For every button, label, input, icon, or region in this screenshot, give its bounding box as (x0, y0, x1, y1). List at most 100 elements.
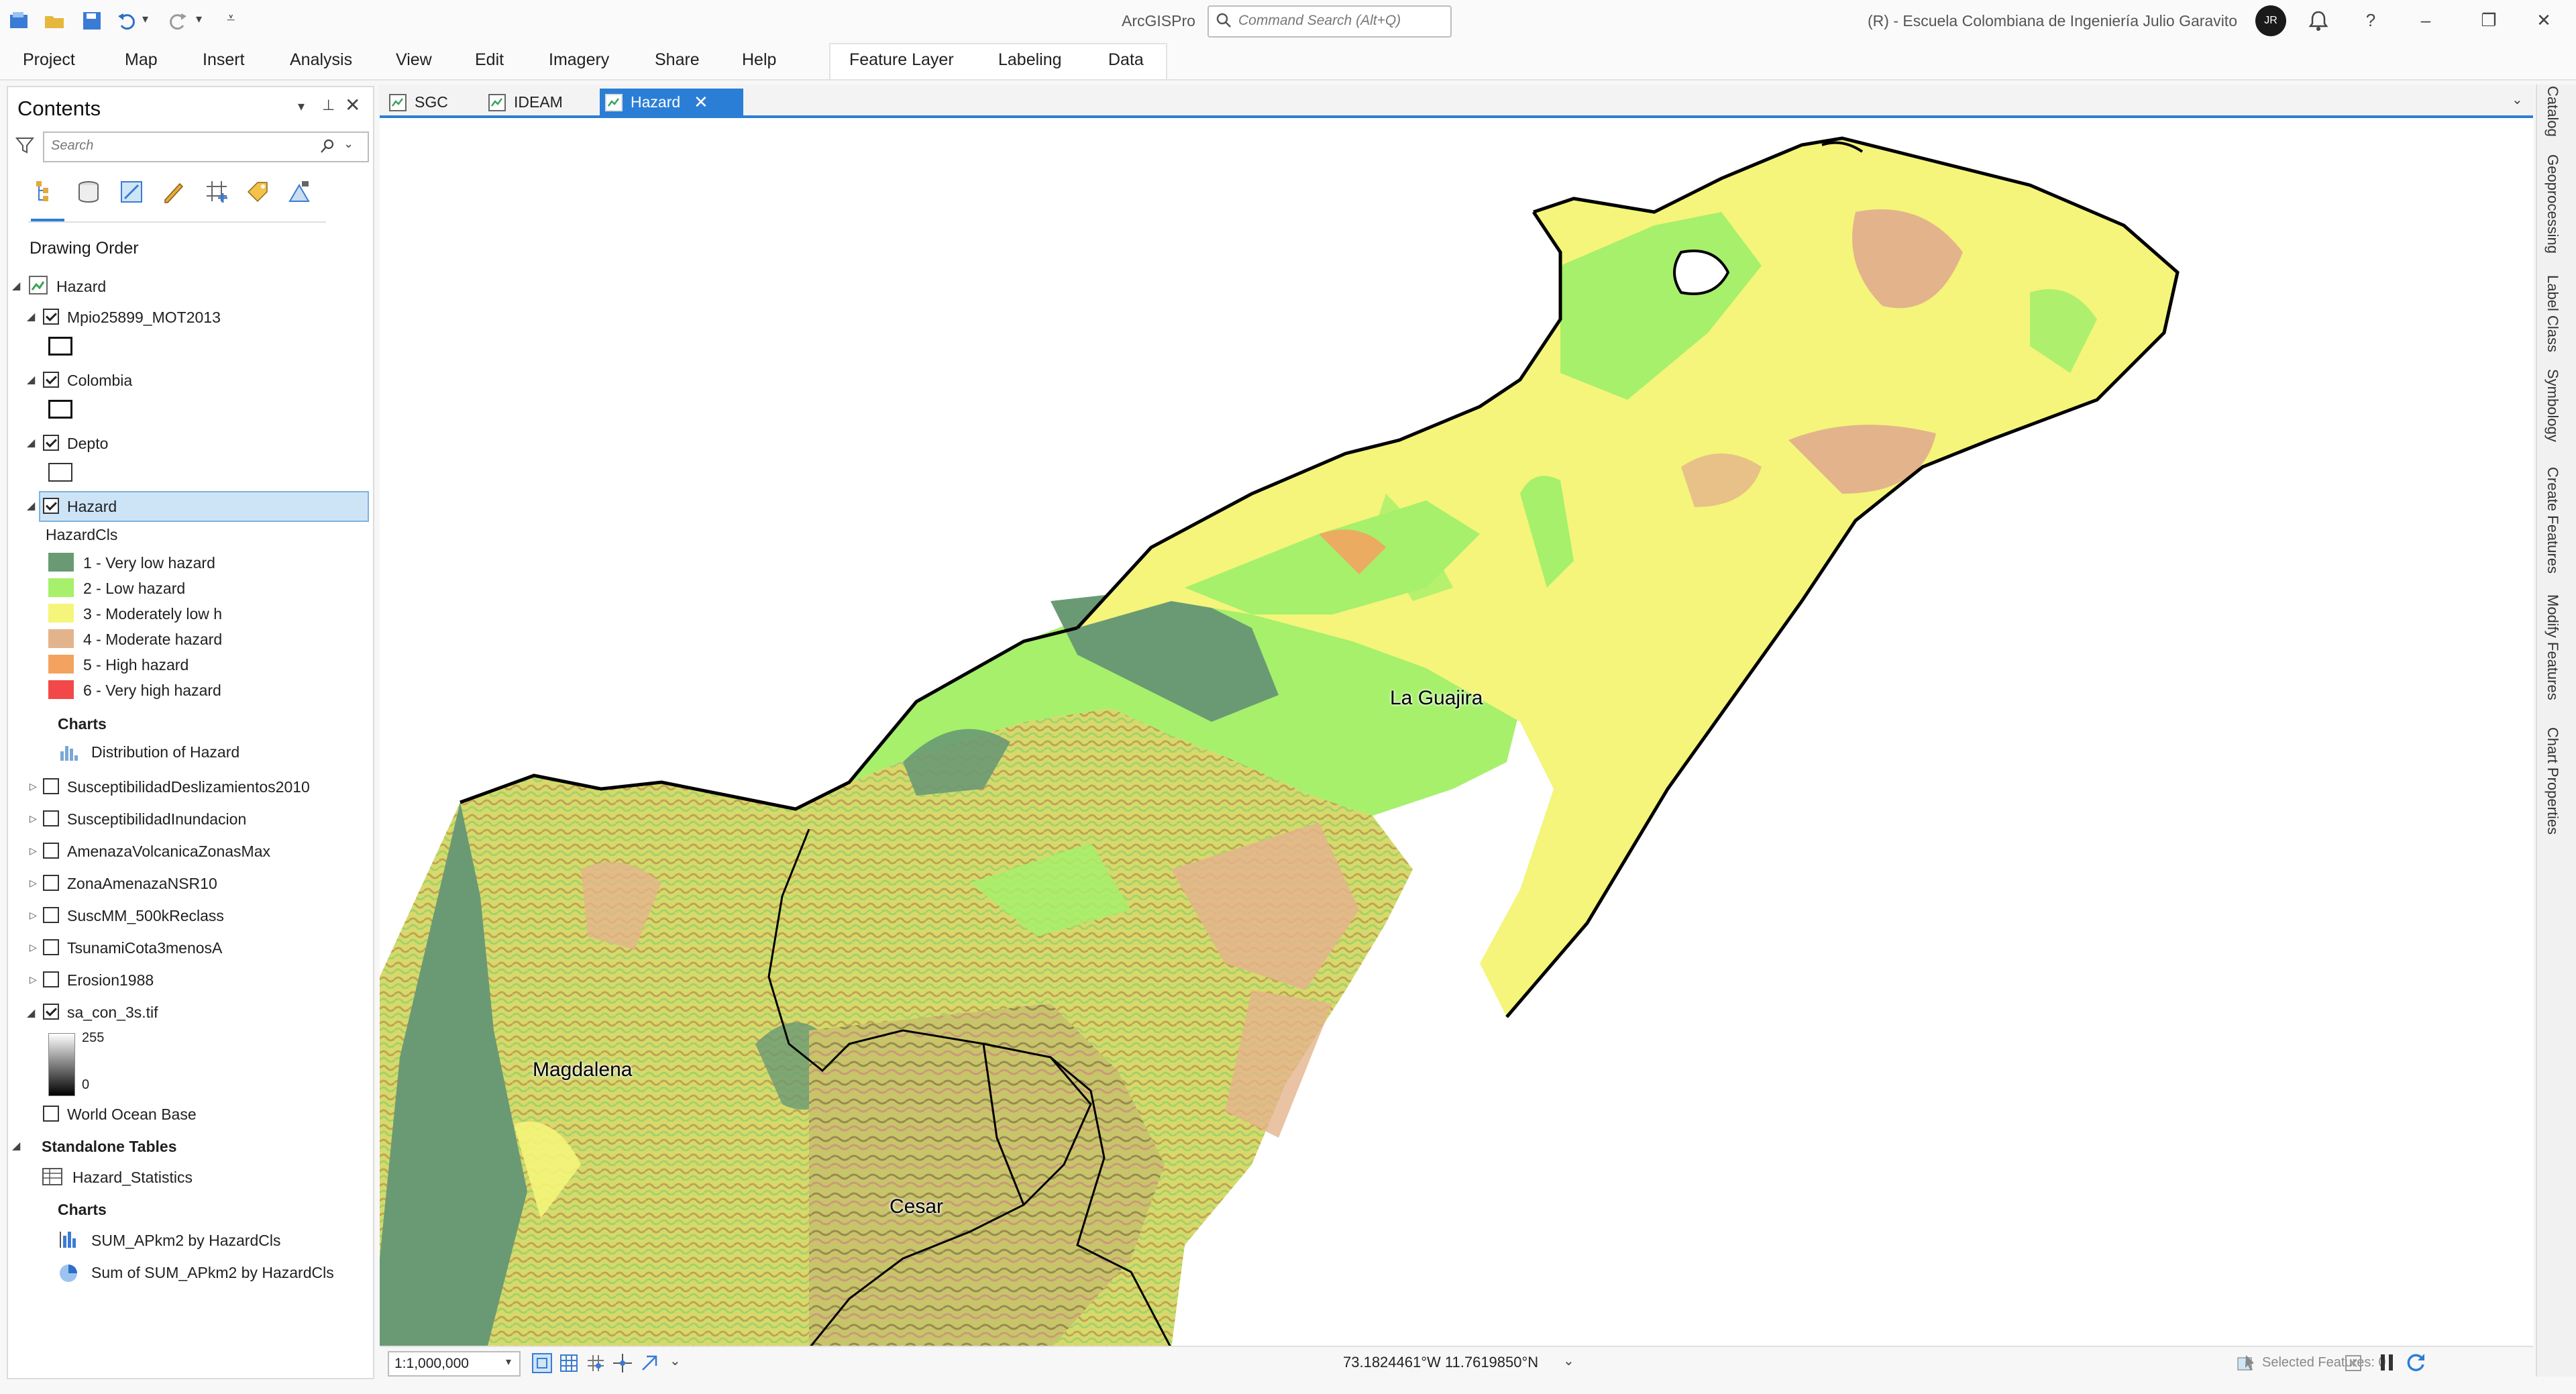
list-by-labeling-icon[interactable] (244, 178, 271, 205)
chart-sum-of-sum-by-hazardcls[interactable]: Sum of SUM_APkm2 by HazardCls (91, 1264, 334, 1282)
redo-icon[interactable] (166, 9, 189, 32)
raster-stretch-ramp[interactable] (48, 1033, 75, 1096)
map-name[interactable]: Hazard (56, 278, 106, 296)
layer-basemap[interactable]: World Ocean Base (67, 1106, 197, 1124)
tab-data[interactable]: Data (1108, 48, 1144, 71)
undo-icon[interactable] (115, 9, 138, 32)
constraints-icon[interactable] (639, 1352, 660, 1374)
command-search-box[interactable]: Command Search (Alt+Q) (1208, 5, 1452, 38)
map-canvas[interactable]: La Guajira Magdalena Cesar (380, 115, 2533, 1348)
rail-chart-properties[interactable]: Chart Properties (2544, 727, 2561, 835)
layer-raster[interactable]: sa_con_3s.tif (67, 1004, 158, 1022)
table-hazard-statistics[interactable]: Hazard_Statistics (72, 1169, 193, 1187)
save-project-icon[interactable] (80, 9, 103, 32)
tab-edit[interactable]: Edit (475, 48, 504, 71)
pin-icon[interactable]: ⊥ (322, 97, 335, 114)
pane-options-icon[interactable]: ▾ (298, 98, 305, 115)
layer-visibility-checkbox[interactable] (43, 778, 59, 794)
refresh-selection-icon[interactable] (2344, 1354, 2363, 1373)
list-by-snapping-icon[interactable] (203, 177, 231, 205)
chart-distribution-of-hazard[interactable]: Distribution of Hazard (91, 743, 239, 761)
pause-drawing-icon[interactable] (2377, 1352, 2396, 1373)
search-options-icon[interactable]: ⌄ (343, 137, 354, 151)
tab-project[interactable]: Project (23, 48, 75, 71)
layer-susceptibilidad-inundacion[interactable]: SusceptibilidadInundacion (67, 810, 246, 828)
tab-help[interactable]: Help (742, 48, 776, 71)
open-project-icon[interactable] (43, 9, 66, 32)
minimize-button[interactable]: – (2411, 7, 2440, 34)
layer-hazard[interactable]: Hazard (67, 498, 117, 516)
tab-map-hazard[interactable]: Hazard ✕ (600, 89, 743, 115)
tools-dropdown-icon[interactable]: ⌄ (669, 1352, 681, 1369)
fixed-zoom-icon[interactable] (531, 1352, 553, 1374)
new-project-icon[interactable] (8, 9, 31, 32)
tab-insert[interactable]: Insert (203, 48, 245, 71)
polygon-symbol-swatch[interactable] (48, 463, 72, 482)
layer-susc-mm[interactable]: SuscMM_500kReclass (67, 907, 224, 925)
layer-susceptibilidad-deslizamientos[interactable]: SusceptibilidadDeslizamientos2010 (67, 778, 310, 796)
tab-analysis[interactable]: Analysis (290, 48, 352, 71)
rail-symbology[interactable]: Symbology (2544, 369, 2561, 442)
legend-swatch[interactable] (48, 655, 74, 674)
layer-collapsed-toggle[interactable]: ▷ (30, 845, 37, 857)
layer-expand-toggle[interactable]: ◢ (27, 499, 35, 513)
layer-visibility-checkbox[interactable] (43, 309, 59, 325)
rail-label-class[interactable]: Label Class (2544, 275, 2561, 352)
redo-dropdown-icon[interactable]: ▾ (196, 12, 202, 26)
close-pane-icon[interactable]: ✕ (345, 94, 360, 116)
legend-swatch[interactable] (48, 604, 74, 623)
list-by-source-icon[interactable] (75, 178, 102, 205)
customize-toolbar-icon[interactable]: ⩡ (227, 9, 235, 27)
scale-selector[interactable]: 1:1,000,000 ▾ (388, 1351, 521, 1377)
layer-visibility-checkbox[interactable] (43, 372, 59, 388)
layer-collapsed-toggle[interactable]: ▷ (30, 974, 37, 985)
rail-modify-features[interactable]: Modify Features (2544, 594, 2561, 700)
tab-feature-layer[interactable]: Feature Layer (849, 48, 954, 71)
search-icon[interactable] (319, 138, 335, 154)
layer-visibility-checkbox[interactable] (43, 875, 59, 891)
layer-mpio[interactable]: Mpio25899_MOT2013 (67, 309, 221, 327)
chart-sum-by-hazardcls[interactable]: SUM_APkm2 by HazardCls (91, 1232, 280, 1250)
list-by-editing-icon[interactable] (160, 178, 186, 205)
layer-tsunami[interactable]: TsunamiCota3menosA (67, 939, 222, 957)
help-button[interactable]: ? (2356, 7, 2385, 34)
correction-icon[interactable] (612, 1352, 633, 1374)
contents-search-input[interactable]: Search ⌄ (43, 131, 369, 162)
tab-labeling[interactable]: Labeling (998, 48, 1062, 71)
layer-visibility-checkbox[interactable] (43, 907, 59, 923)
layer-visibility-checkbox[interactable] (43, 939, 59, 955)
legend-swatch[interactable] (48, 578, 74, 597)
user-avatar[interactable]: JR (2255, 5, 2286, 36)
layer-collapsed-toggle[interactable]: ▷ (30, 942, 37, 953)
layer-expand-toggle[interactable]: ◢ (27, 1006, 35, 1020)
snapping-icon[interactable] (585, 1352, 606, 1374)
layer-collapsed-toggle[interactable]: ▷ (30, 813, 37, 824)
list-by-selection-icon[interactable] (118, 178, 145, 205)
hazard-raster-map[interactable] (380, 118, 2533, 1348)
undo-dropdown-icon[interactable]: ▾ (142, 12, 148, 26)
restore-button[interactable]: ❐ (2474, 7, 2504, 34)
tab-imagery[interactable]: Imagery (549, 48, 609, 71)
grid-icon[interactable] (558, 1352, 580, 1374)
layer-zona-amenaza-nsr10[interactable]: ZonaAmenazaNSR10 (67, 875, 217, 893)
tab-map[interactable]: Map (125, 48, 158, 71)
layer-collapsed-toggle[interactable]: ▷ (30, 781, 37, 792)
layer-collapsed-toggle[interactable]: ▷ (30, 910, 37, 921)
layer-expand-toggle[interactable]: ◢ (27, 436, 35, 449)
layer-visibility-checkbox[interactable] (43, 498, 59, 514)
standalone-expand-toggle[interactable]: ◢ (12, 1139, 20, 1152)
tab-list-dropdown-icon[interactable]: ⌄ (2512, 91, 2523, 108)
coordinate-format-dropdown-icon[interactable]: ⌄ (1563, 1352, 1574, 1369)
layer-collapsed-toggle[interactable]: ▷ (30, 877, 37, 889)
scale-dropdown-icon[interactable]: ▾ (506, 1355, 511, 1369)
close-tab-icon[interactable]: ✕ (694, 89, 708, 115)
tab-view[interactable]: View (396, 48, 432, 71)
layer-visibility-checkbox[interactable] (43, 1004, 59, 1020)
polygon-symbol-swatch[interactable] (48, 400, 72, 419)
layer-visibility-checkbox[interactable] (43, 435, 59, 451)
rail-create-features[interactable]: Create Features (2544, 467, 2561, 574)
layer-erosion[interactable]: Erosion1988 (67, 971, 154, 989)
legend-swatch[interactable] (48, 680, 74, 699)
layer-visibility-checkbox[interactable] (43, 971, 59, 987)
map-expand-toggle[interactable]: ◢ (12, 279, 20, 292)
